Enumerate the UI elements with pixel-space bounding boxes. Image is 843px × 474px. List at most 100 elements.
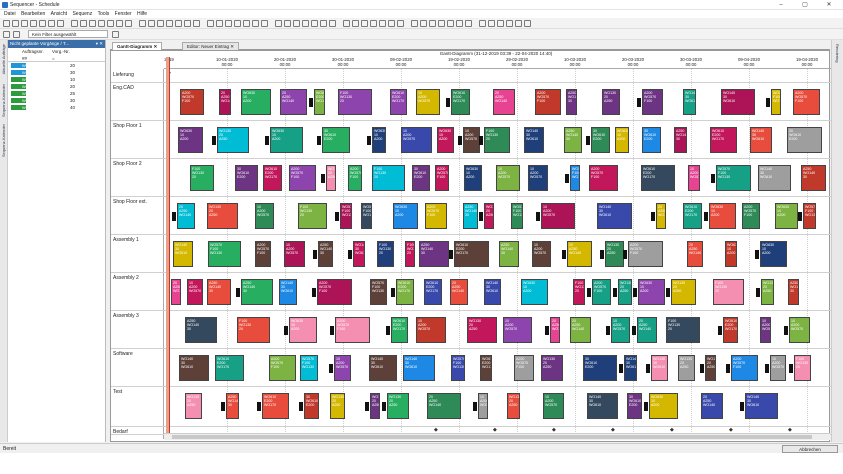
gantt-bar[interactable]: WO14030WO610 — [745, 393, 778, 419]
panel-row[interactable]: WO690 25 — [8, 90, 105, 97]
help-icon[interactable] — [284, 20, 291, 27]
menu-edit[interactable]: Bearbeiten — [21, 10, 45, 18]
gantt-bar[interactable]: A250WO14030 — [226, 393, 239, 419]
gantt-bar[interactable]: WO14030WO610 — [369, 355, 397, 381]
gantt-bar[interactable]: WO610E200WO170 — [424, 279, 442, 305]
redo-icon[interactable] — [225, 20, 232, 27]
panel-pin-icon[interactable]: ▾ ✕ — [96, 40, 103, 48]
gantt-bar[interactable]: 20A250WO140 — [656, 203, 666, 229]
gantt-bar[interactable]: A200 WO570 F100 — [642, 89, 663, 115]
print-icon[interactable] — [320, 20, 327, 27]
gantt-bar[interactable]: WO63010A200 — [649, 393, 678, 419]
minimize-button[interactable]: – — [769, 0, 793, 10]
gantt-bar[interactable]: WO63010A200 — [289, 317, 317, 343]
gantt-bar[interactable]: WO63010A200 — [372, 127, 386, 153]
open-icon[interactable] — [157, 20, 164, 27]
gantt-bar[interactable]: WO570F100WO130 — [208, 241, 241, 267]
gantt-bar[interactable]: WO13020A250 — [671, 279, 696, 305]
gantt-bar[interactable]: 10A200WO570 — [541, 203, 575, 229]
gantt-bar[interactable]: WO14030WO610 — [721, 89, 755, 115]
gantt-bar[interactable]: 10A200WO570 — [688, 165, 700, 191]
menu-tools[interactable]: Tools — [98, 10, 110, 18]
gantt-bar[interactable]: A200 WO570 F100 — [180, 89, 204, 115]
redo-icon[interactable] — [515, 20, 522, 27]
gantt-bar[interactable]: WO63010A200 — [521, 279, 548, 305]
menu-window[interactable]: Fenster — [115, 10, 132, 18]
filter-operator-2[interactable]: = — [52, 56, 55, 61]
gantt-bar[interactable]: F100WO13020 — [794, 355, 811, 381]
gantt-bar[interactable]: A250WO14030 — [463, 203, 478, 229]
gantt-bar[interactable]: F100WO13020 — [484, 127, 510, 153]
panel-row[interactable]: WO690 40 — [8, 104, 105, 111]
gantt-bar[interactable]: WO570F100WO130 — [716, 165, 751, 191]
filter-operator[interactable]: ## — [22, 56, 27, 61]
gantt-bar[interactable]: 30 WO610 E200 — [235, 165, 258, 191]
new-icon[interactable] — [438, 20, 445, 27]
gantt-bar[interactable]: WO610E200WO170 — [480, 355, 492, 381]
gantt-bar[interactable]: WO570F100WO130 — [451, 355, 465, 381]
gantt-bar[interactable]: 10A200WO570 — [416, 317, 446, 343]
gantt-bar[interactable]: WO610E200WO170 — [723, 317, 738, 343]
gantt-bar[interactable]: WO13020A250 — [605, 241, 624, 267]
open-icon[interactable] — [12, 20, 19, 27]
gantt-bar[interactable]: WO14030WO610 — [279, 279, 297, 305]
gantt-bar[interactable]: A250WO14030 — [788, 279, 799, 305]
scrollbar-thumb[interactable] — [172, 435, 812, 439]
gantt-bar[interactable]: WO13020A250 — [185, 393, 202, 419]
gantt-bar[interactable]: WO14030WO610 — [403, 355, 435, 381]
menu-sequence[interactable]: Sequenz — [72, 10, 92, 18]
search-icon[interactable] — [397, 20, 404, 27]
gantt-bar[interactable]: 30 WO610 E200 — [412, 165, 430, 191]
cut-icon[interactable] — [184, 20, 191, 27]
settings-icon[interactable] — [125, 20, 132, 27]
gantt-bar[interactable]: WO13020A250 — [387, 393, 409, 419]
gantt-bar[interactable]: 10A200WO570 — [503, 317, 532, 343]
zoom-out-icon[interactable] — [243, 20, 250, 27]
column-operation-number[interactable]: Vorg.-Nr. — [52, 49, 70, 54]
cancel-button[interactable]: Abbrechen — [782, 445, 838, 453]
gantt-bar[interactable]: A250WO14030 — [499, 241, 519, 267]
gantt-bar[interactable]: WO13020A250 — [507, 393, 520, 419]
gantt-bar[interactable]: WO570F100WO130 — [771, 89, 781, 115]
gantt-bar[interactable]: A250WO14030 — [207, 279, 231, 305]
search-icon[interactable] — [252, 20, 259, 27]
save-icon[interactable] — [166, 20, 173, 27]
gantt-bar[interactable]: 10A200WO570 — [401, 127, 432, 153]
settings-icon[interactable] — [275, 20, 282, 27]
gantt-bar[interactable]: F100WO13020 — [298, 203, 327, 229]
gantt-bar[interactable]: 20A250WO140 — [427, 393, 461, 419]
panel-row[interactable]: WO670 30 — [8, 69, 105, 76]
side-tab-rendering[interactable]: Rendering — [835, 44, 840, 62]
side-tab-current-orders[interactable]: Aktuelle Aufträge — [1, 44, 6, 74]
gantt-bar[interactable]: WO63010A200 — [775, 203, 798, 229]
gantt-bar[interactable]: WO63010A200 — [638, 279, 665, 305]
gantt-bar[interactable]: 30 WO610 E200 — [642, 127, 661, 153]
gantt-bar[interactable]: WO13020A250 — [541, 355, 563, 381]
gantt-bar[interactable]: 10A200WO570 — [478, 393, 488, 419]
undo-icon[interactable] — [216, 20, 223, 27]
undo-icon[interactable] — [3, 31, 10, 38]
gantt-bar[interactable]: WO13020A250 — [705, 355, 716, 381]
gantt-bar[interactable]: WO13020A250 — [678, 355, 695, 381]
print-icon[interactable] — [175, 20, 182, 27]
new-icon[interactable] — [3, 20, 10, 27]
gantt-bar[interactable]: WO63010A200 — [241, 89, 271, 115]
filter-select[interactable]: Kein Filter ausgewählt — [28, 30, 108, 38]
gantt-bar[interactable]: 20A250WO140 — [701, 393, 723, 419]
cut-icon[interactable] — [479, 20, 486, 27]
gantt-bar[interactable]: WO570F100WO130 — [340, 203, 352, 229]
refresh-icon[interactable] — [411, 20, 418, 27]
gantt-bar[interactable]: WO63010A200 — [709, 203, 736, 229]
gantt-bar[interactable]: 20A250WO140 — [450, 279, 468, 305]
gantt-bar[interactable]: A250WO14030 — [564, 127, 582, 153]
gantt-bar[interactable]: 20A250WO140 — [550, 317, 560, 343]
gantt-bar[interactable]: 10A200WO570 — [255, 203, 274, 229]
gantt-bar[interactable]: WO63010A200 — [615, 127, 629, 153]
gantt-bar[interactable]: F100WO13020 — [372, 165, 405, 191]
gantt-bar[interactable]: A200 WO570 F100 — [535, 89, 561, 115]
gantt-bar[interactable]: 10A200WO570 — [284, 241, 305, 267]
copy-icon[interactable] — [193, 20, 200, 27]
gantt-bar[interactable]: WO13020A250 — [761, 279, 774, 305]
gantt-bar[interactable]: WO610E200WO170 — [390, 89, 407, 115]
redo-icon[interactable] — [80, 20, 87, 27]
